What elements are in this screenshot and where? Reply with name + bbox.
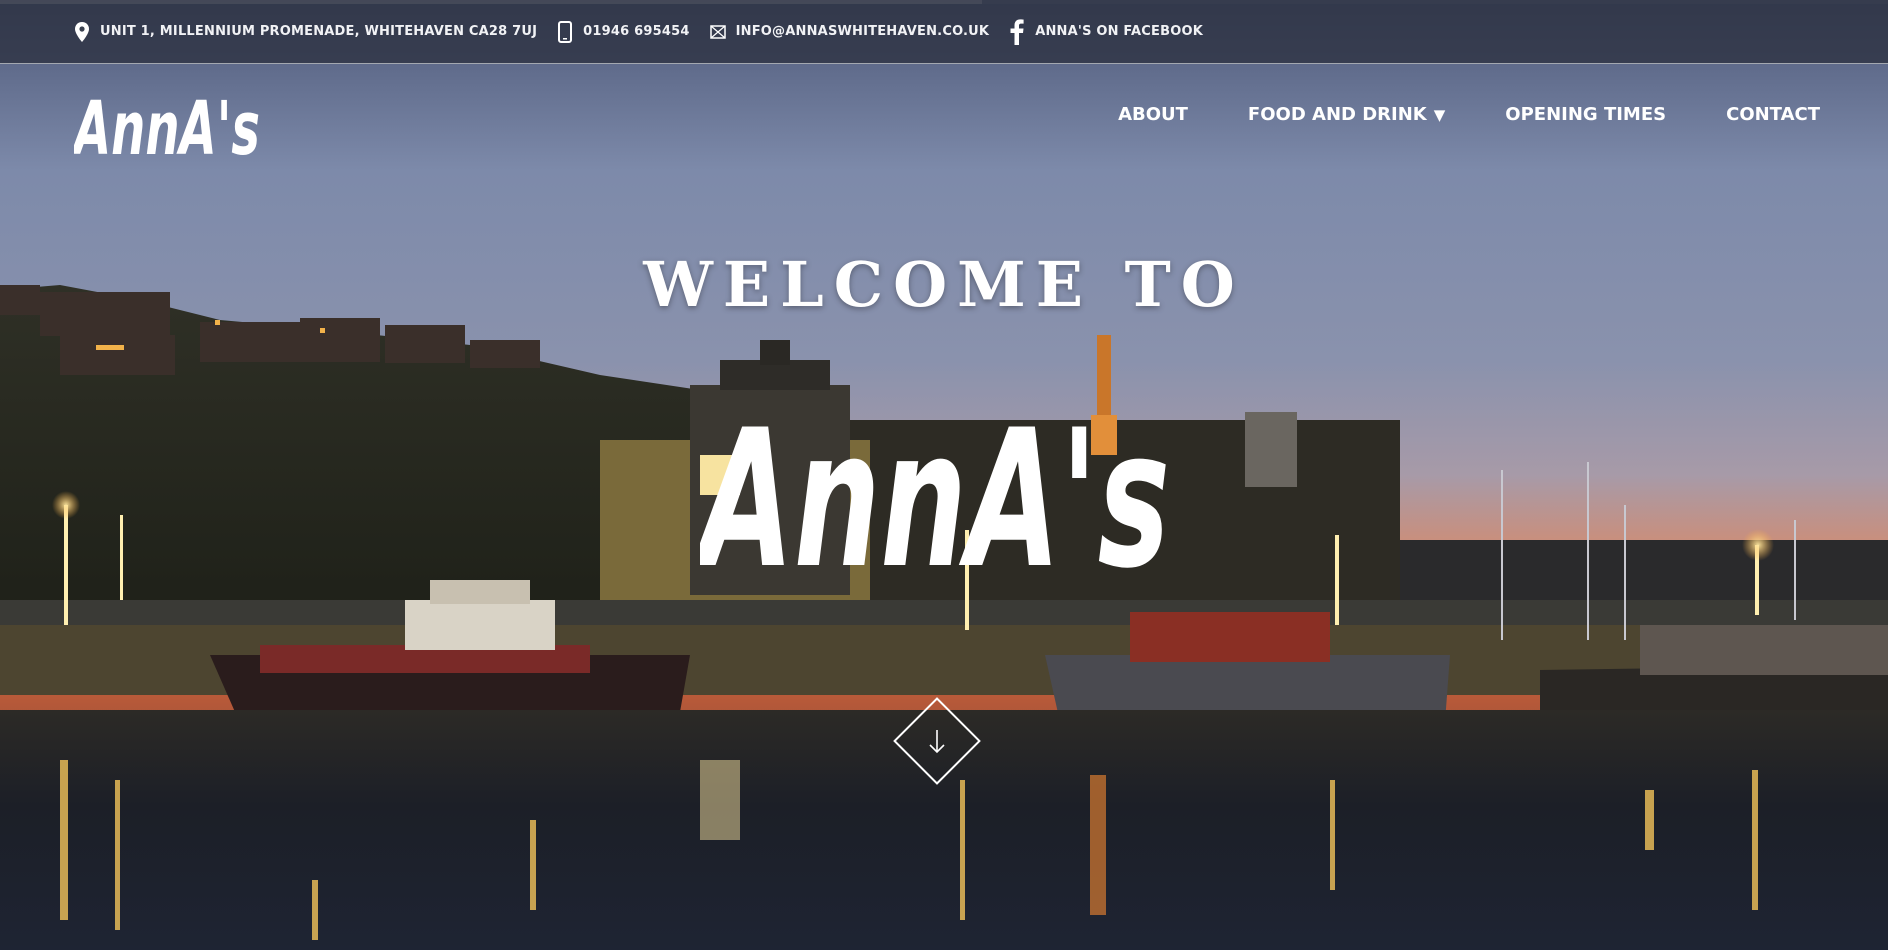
main-nav: ABOUT FOOD AND DRINK ▼ OPENING TIMES CONT… xyxy=(1058,104,1820,125)
scroll-down-button[interactable] xyxy=(888,692,986,790)
arrow-down-icon xyxy=(929,730,945,754)
map-pin-icon xyxy=(72,20,92,44)
email-link[interactable]: INFO@ANNASWHITEHAVEN.CO.UK xyxy=(736,24,990,39)
nav-about[interactable]: ABOUT xyxy=(1118,104,1188,125)
contact-email[interactable]: INFO@ANNASWHITEHAVEN.CO.UK xyxy=(708,20,990,44)
contact-address: UNIT 1, MILLENNIUM PROMENADE, WHITEHAVEN… xyxy=(72,20,537,44)
nav-food-and-drink-label: FOOD AND DRINK xyxy=(1247,104,1427,125)
nav-about-label: ABOUT xyxy=(1118,104,1188,125)
facebook-icon xyxy=(1007,18,1027,45)
nav-contact[interactable]: CONTACT xyxy=(1726,104,1820,125)
logo-wordmark: AnnA's xyxy=(74,86,260,172)
contact-phone[interactable]: 01946 695454 xyxy=(555,20,689,44)
dropdown-caret-icon: ▼ xyxy=(1433,105,1446,124)
facebook-link[interactable]: ANNA'S ON FACEBOOK xyxy=(1035,24,1203,39)
annas-logo-mark: AnnA's xyxy=(71,86,260,172)
nav-food-and-drink[interactable]: FOOD AND DRINK ▼ xyxy=(1248,104,1445,125)
phone-link[interactable]: 01946 695454 xyxy=(583,24,689,39)
address-text: UNIT 1, MILLENNIUM PROMENADE, WHITEHAVEN… xyxy=(100,24,538,39)
hero-title: AnnA's xyxy=(700,389,1170,610)
nav-contact-label: CONTACT xyxy=(1726,104,1820,125)
contact-facebook[interactable]: ANNA'S ON FACEBOOK xyxy=(1007,18,1203,45)
site-logo[interactable]: AnnA's xyxy=(71,72,270,172)
envelope-icon xyxy=(708,20,728,44)
hero-title-logo: AnnA's xyxy=(692,370,1180,610)
nav-opening-times[interactable]: OPENING TIMES xyxy=(1505,104,1666,125)
nav-opening-times-label: OPENING TIMES xyxy=(1505,104,1667,125)
mobile-phone-icon xyxy=(555,20,575,44)
contact-bar: UNIT 1, MILLENNIUM PROMENADE, WHITEHAVEN… xyxy=(0,0,1888,64)
hero-welcome-heading: WELCOME TO xyxy=(643,248,1245,321)
